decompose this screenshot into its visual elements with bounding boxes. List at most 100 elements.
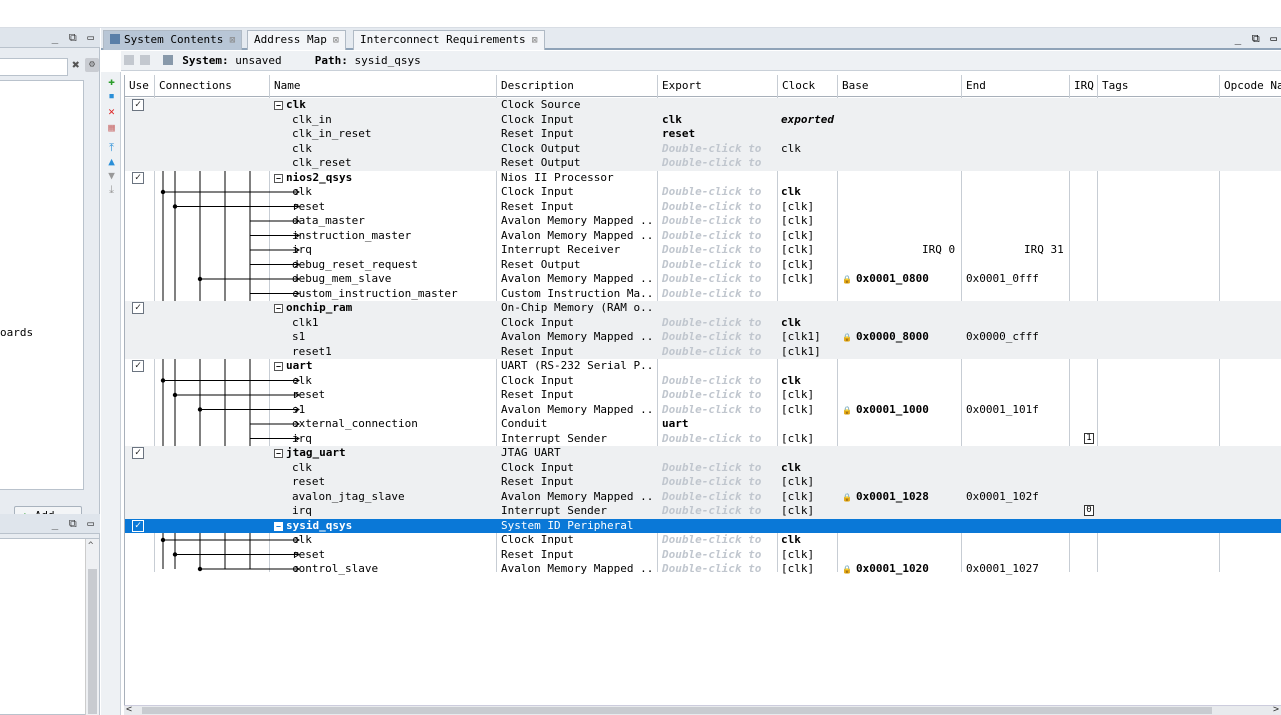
- export-cell[interactable]: Double-click to: [662, 562, 776, 577]
- clock-cell[interactable]: [clk]: [781, 504, 837, 519]
- tab-close-icon[interactable]: ⊠: [532, 35, 538, 46]
- interface-name[interactable]: avalon_jtag_slave: [274, 490, 495, 505]
- component-row[interactable]: ✓ − sysid_qsys System ID Peripheral: [125, 518, 1281, 533]
- interface-name[interactable]: reset: [274, 200, 495, 215]
- column-header[interactable]: Use: [125, 75, 155, 97]
- clear-search-icon[interactable]: ✖: [72, 58, 84, 73]
- interface-row[interactable]: external_connection Conduit uart: [125, 417, 1281, 432]
- interface-name[interactable]: clk: [274, 461, 495, 476]
- export-cell[interactable]: Double-click to: [662, 403, 776, 418]
- use-checkbox[interactable]: ✓: [132, 360, 144, 372]
- hierarchy-list[interactable]: ^: [0, 538, 100, 715]
- interface-name[interactable]: clk: [274, 533, 495, 548]
- interface-name[interactable]: external_connection: [274, 417, 495, 432]
- component-row[interactable]: ✓ − jtag_uart JTAG UART: [125, 446, 1281, 461]
- interface-name[interactable]: control_slave: [274, 562, 495, 577]
- clock-cell[interactable]: [clk]: [781, 243, 837, 258]
- expand-icon[interactable]: [140, 55, 150, 65]
- remove-icon[interactable]: ✕: [106, 106, 117, 117]
- column-header[interactable]: Base: [838, 75, 962, 97]
- interface-name[interactable]: s1: [274, 403, 495, 418]
- column-header[interactable]: Export: [658, 75, 778, 97]
- export-cell[interactable]: reset: [662, 127, 776, 142]
- export-cell[interactable]: Double-click to: [662, 548, 776, 563]
- tab-system-contents[interactable]: System Contents ⊠: [103, 30, 243, 50]
- interface-row[interactable]: irq Interrupt Receiver Double-click to [clk…: [125, 243, 1281, 258]
- collapse-toggle-icon[interactable]: −: [274, 304, 283, 313]
- interface-name[interactable]: clk: [274, 185, 495, 200]
- interface-row[interactable]: clk_in_reset Reset Input reset: [125, 127, 1281, 142]
- scroll-thumb[interactable]: [88, 569, 97, 714]
- interface-row[interactable]: clk Clock Output Double-click to clk: [125, 141, 1281, 157]
- lock-icon[interactable]: 🔒: [842, 333, 852, 342]
- interface-row[interactable]: clk Clock Input Double-click to clk: [125, 185, 1281, 200]
- interface-name[interactable]: clk1: [274, 316, 495, 331]
- interface-name[interactable]: custom_instruction_master: [274, 287, 495, 302]
- lock-icon[interactable]: 🔒: [842, 275, 852, 284]
- export-cell[interactable]: Double-click to: [662, 156, 776, 171]
- clock-cell[interactable]: [clk]: [781, 258, 837, 273]
- move-down-icon[interactable]: ▼: [106, 170, 117, 181]
- export-cell[interactable]: Double-click to: [662, 287, 776, 302]
- interface-row[interactable]: s1 Avalon Memory Mapped ... Double-click t…: [125, 403, 1281, 418]
- interface-name[interactable]: reset1: [274, 345, 495, 360]
- lock-icon[interactable]: 🔒: [842, 565, 852, 574]
- clock-cell[interactable]: exported: [781, 113, 837, 128]
- interface-row[interactable]: clk Clock Input Double-click to clk: [125, 374, 1281, 389]
- interface-name[interactable]: irq: [274, 243, 495, 258]
- export-cell[interactable]: clk: [662, 113, 776, 128]
- interface-row[interactable]: irq Interrupt Sender Double-click to [clk] 1: [125, 432, 1281, 447]
- component-name[interactable]: − jtag_uart: [274, 446, 495, 461]
- interface-row[interactable]: reset Reset Input Double-click to [clk]: [125, 475, 1281, 490]
- export-cell[interactable]: Double-click to: [662, 504, 776, 519]
- clock-cell[interactable]: [clk]: [781, 214, 837, 229]
- interface-name[interactable]: debug_reset_request: [274, 258, 495, 273]
- scroll-thumb[interactable]: [142, 707, 1212, 714]
- collapse-icon[interactable]: [124, 55, 134, 65]
- horizontal-scrollbar[interactable]: < >: [124, 704, 1281, 715]
- interface-name[interactable]: debug_mem_slave: [274, 272, 495, 287]
- base-address-cell[interactable]: 🔒 0x0001_1000: [842, 403, 960, 418]
- export-cell[interactable]: Double-click to: [662, 374, 776, 389]
- interface-name[interactable]: clk: [274, 142, 495, 157]
- export-cell[interactable]: Double-click to: [662, 461, 776, 476]
- interface-name[interactable]: reset: [274, 475, 495, 490]
- interface-row[interactable]: clk1 Clock Input Double-click to clk: [125, 315, 1281, 331]
- interface-row[interactable]: clk_reset Reset Output Double-click to: [125, 156, 1281, 171]
- clock-cell[interactable]: clk: [781, 533, 837, 548]
- component-name[interactable]: − nios2_qsys: [274, 171, 495, 186]
- tab-close-icon[interactable]: ⊠: [229, 35, 235, 46]
- connect-icon[interactable]: ▪: [106, 90, 117, 101]
- clock-cell[interactable]: [clk]: [781, 490, 837, 505]
- interface-row[interactable]: reset Reset Input Double-click to [clk]: [125, 548, 1281, 563]
- use-checkbox[interactable]: ✓: [132, 447, 144, 459]
- clock-cell[interactable]: clk: [781, 461, 837, 476]
- clock-cell[interactable]: clk: [781, 185, 837, 200]
- scroll-right-icon[interactable]: >: [1273, 704, 1279, 715]
- interface-name[interactable]: irq: [274, 504, 495, 519]
- interface-name[interactable]: instruction_master: [274, 229, 495, 244]
- interface-name[interactable]: clk_in: [274, 113, 495, 128]
- gear-icon[interactable]: ⚙: [85, 58, 99, 72]
- ip-catalog-search-input[interactable]: [0, 58, 68, 76]
- export-cell[interactable]: Double-click to: [662, 272, 776, 287]
- tab-address-map[interactable]: Address Map ⊠: [247, 30, 346, 50]
- interface-row[interactable]: avalon_jtag_slave Avalon Memory Mapped ..…: [125, 489, 1281, 505]
- collapse-toggle-icon[interactable]: −: [274, 101, 283, 110]
- irq-number-box[interactable]: 0: [1084, 505, 1094, 516]
- use-checkbox[interactable]: ✓: [132, 99, 144, 111]
- clock-cell[interactable]: clk: [781, 316, 837, 331]
- interface-row[interactable]: reset Reset Input Double-click to [clk]: [125, 200, 1281, 215]
- export-cell[interactable]: Double-click to: [662, 229, 776, 244]
- interface-row[interactable]: reset Reset Input Double-click to [clk]: [125, 388, 1281, 403]
- interface-row[interactable]: irq Interrupt Sender Double-click to [clk] 0: [125, 504, 1281, 519]
- clock-cell[interactable]: [clk]: [781, 272, 837, 287]
- interface-name[interactable]: reset: [274, 548, 495, 563]
- column-header[interactable]: Opcode Na: [1220, 75, 1281, 97]
- column-header[interactable]: Clock: [778, 75, 838, 97]
- interface-row[interactable]: s1 Avalon Memory Mapped ... Double-click t…: [125, 330, 1281, 345]
- interface-row[interactable]: data_master Avalon Memory Mapped ... Doubl…: [125, 214, 1281, 229]
- interface-row[interactable]: control_slave Avalon Memory Mapped ... Dou…: [125, 562, 1281, 577]
- tab-interconnect-requirements[interactable]: Interconnect Requirements ⊠: [353, 30, 545, 50]
- collapse-toggle-icon[interactable]: −: [274, 521, 283, 531]
